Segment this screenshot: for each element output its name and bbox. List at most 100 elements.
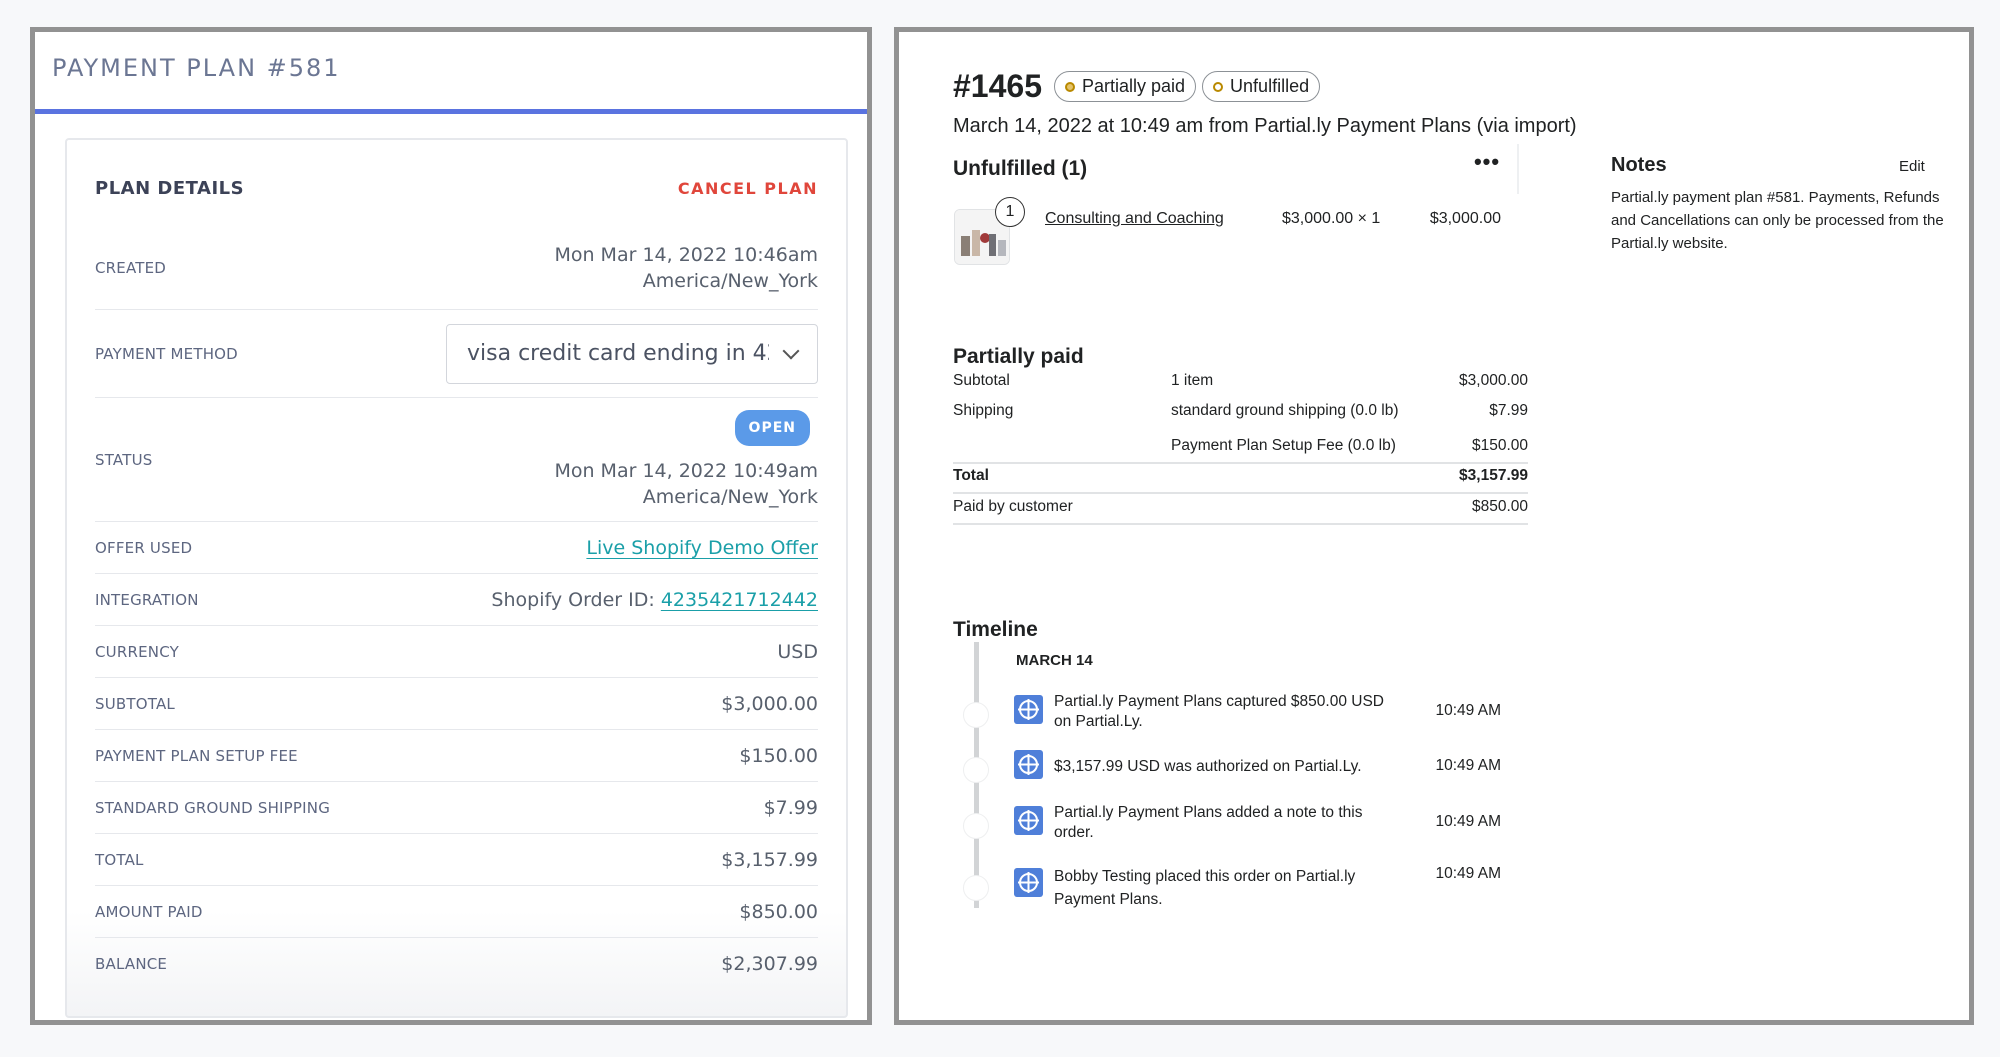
shipping-row: STANDARD GROUND SHIPPING $7.99	[95, 782, 818, 834]
timeline-event-text: Partial.ly Payment Plans captured $850.0…	[1054, 693, 1384, 730]
offer-link[interactable]: Live Shopify Demo Offer	[586, 537, 818, 559]
divider	[953, 462, 1528, 464]
integration-value: Shopify Order ID: 4235421712442	[491, 587, 818, 613]
timeline-event-text: Bobby Testing placed this order on Parti…	[1054, 868, 1356, 908]
amount-paid-label: AMOUNT PAID	[95, 902, 203, 921]
timeline-event-text: Partial.ly Payment Plans added a note to…	[1054, 804, 1363, 841]
shipping-label: STANDARD GROUND SHIPPING	[95, 798, 331, 817]
partially-app-icon	[1014, 750, 1043, 779]
partially-app-icon	[1014, 695, 1043, 724]
partially-app-icon	[1014, 868, 1043, 897]
shipping-value: $7.99	[763, 796, 818, 819]
created-row: CREATED Mon Mar 14, 2022 10:46am America…	[95, 226, 818, 310]
chevron-down-icon	[782, 342, 800, 359]
offer-label: OFFER USED	[95, 538, 193, 557]
payment-method-row: PAYMENT METHOD visa credit card ending i…	[95, 310, 818, 398]
item-quantity-badge: 1	[995, 197, 1025, 227]
unfulfilled-dot-icon	[1213, 81, 1224, 92]
total-value: $3,157.99	[721, 848, 818, 871]
timeline-dot	[963, 757, 989, 783]
status-value: OPEN Mon Mar 14, 2022 10:49am America/Ne…	[554, 409, 818, 510]
fulfillment-status-label: Unfulfilled	[1230, 76, 1310, 96]
timeline-event-time: 10:49 AM	[1435, 865, 1502, 882]
created-date: Mon Mar 14, 2022 10:46am	[554, 243, 818, 266]
cancel-plan-button[interactable]: CANCEL PLAN	[678, 179, 818, 198]
timeline-event-time: 10:49 AM	[1435, 757, 1502, 774]
payment-status-badge: Partially paid	[1053, 71, 1197, 102]
offer-row: OFFER USED Live Shopify Demo Offer	[95, 522, 818, 574]
notes-text: Partial.ly payment plan #581. Payments, …	[1611, 189, 1944, 252]
payment-method-select[interactable]: visa credit card ending in 4242	[446, 323, 818, 384]
timeline-date: MARCH 14	[1016, 652, 1093, 669]
payment-status-label: Partially paid	[1081, 76, 1186, 96]
balance-value: $2,307.99	[721, 953, 818, 975]
notes-title: Notes	[1611, 154, 1667, 176]
status-badge: OPEN	[734, 409, 810, 446]
payment-row-paid: Paid by customer $850.00	[953, 498, 1528, 516]
item-total: $3,000.00	[1429, 210, 1501, 227]
payment-row-total: Total $3,157.99	[953, 467, 1528, 485]
payment-plan-panel: PAYMENT PLAN #581 PLAN DETAILS CANCEL PL…	[30, 27, 872, 1025]
order-subtitle: March 14, 2022 at 10:49 am from Partial.…	[953, 115, 1577, 137]
payment-row-subtotal: Subtotal 1 item $3,000.00	[953, 372, 1528, 390]
subtotal-value: $3,000.00	[721, 692, 818, 715]
payment-row-desc: 1 item	[1171, 372, 1214, 389]
payment-row-amount: $3,000.00	[1459, 372, 1528, 389]
item-name-link[interactable]: Consulting and Coaching	[1045, 210, 1224, 228]
payment-row-desc	[1171, 498, 1472, 516]
subtotal-label: SUBTOTAL	[95, 694, 175, 713]
payment-row-label	[953, 437, 1171, 455]
payment-row-desc: standard ground shipping (0.0 lb)	[1171, 402, 1399, 419]
integration-row: INTEGRATION Shopify Order ID: 4235421712…	[95, 574, 818, 626]
item-unit-price: $3,000.00 × 1	[1282, 210, 1381, 227]
payment-row-setup-fee: Payment Plan Setup Fee (0.0 lb) $150.00	[953, 437, 1528, 455]
payment-row-label: Total	[953, 467, 989, 484]
payment-row-desc: Payment Plan Setup Fee (0.0 lb)	[1171, 437, 1396, 454]
payment-row-label: Paid by customer	[953, 498, 1073, 515]
divider	[1517, 144, 1519, 194]
plan-details-header: PLAN DETAILS CANCEL PLAN	[95, 140, 818, 226]
payment-row-label: Subtotal	[953, 372, 1010, 389]
payment-method-label: PAYMENT METHOD	[95, 344, 238, 363]
payment-row-amount: $850.00	[1471, 498, 1528, 515]
balance-row: BALANCE $2,307.99	[95, 938, 818, 990]
status-label: STATUS	[95, 450, 153, 469]
setup-fee-value: $150.00	[739, 744, 818, 767]
plan-details-card: PLAN DETAILS CANCEL PLAN CREATED Mon Mar…	[65, 138, 848, 1018]
payment-row-desc	[1171, 467, 1459, 485]
currency-row: CURRENCY USD	[95, 626, 818, 678]
timeline-event-text: $3,157.99 USD was authorized on Partial.…	[1054, 758, 1362, 775]
amount-paid-row: AMOUNT PAID $850.00	[95, 886, 818, 938]
setup-fee-row: PAYMENT PLAN SETUP FEE $150.00	[95, 730, 818, 782]
more-actions-button[interactable]: •••	[1467, 149, 1507, 189]
timeline-dot	[963, 702, 989, 728]
unfulfilled-title: Unfulfilled (1)	[953, 157, 1088, 180]
created-timezone: America/New_York	[642, 269, 818, 292]
timeline-dot	[963, 813, 989, 839]
order-header: #1465 Partially paid Unfulfilled	[953, 68, 1326, 105]
timeline-event-time: 10:49 AM	[1435, 813, 1502, 830]
partial-dot-icon	[1064, 81, 1075, 92]
subtotal-row: SUBTOTAL $3,000.00	[95, 678, 818, 730]
balance-label: BALANCE	[95, 955, 168, 973]
setup-fee-label: PAYMENT PLAN SETUP FEE	[95, 746, 298, 765]
payment-row-label: Shipping	[953, 402, 1014, 419]
payment-method-value: visa credit card ending in 4242	[467, 341, 769, 366]
status-timezone: America/New_York	[642, 485, 818, 508]
divider	[953, 523, 1528, 525]
total-label: TOTAL	[95, 850, 144, 869]
integration-prefix: Shopify Order ID:	[491, 588, 661, 611]
plan-title: PAYMENT PLAN #581	[52, 54, 341, 82]
fulfillment-status-badge: Unfulfilled	[1202, 71, 1321, 102]
payment-title: Partially paid	[953, 345, 1084, 368]
payment-row-amount: $3,157.99	[1459, 467, 1528, 484]
timeline-event-time: 10:49 AM	[1435, 702, 1502, 719]
status-row: STATUS OPEN Mon Mar 14, 2022 10:49am Ame…	[95, 398, 818, 522]
shopify-order-panel: #1465 Partially paid Unfulfilled March 1…	[894, 27, 1974, 1025]
total-row: TOTAL $3,157.99	[95, 834, 818, 886]
currency-label: CURRENCY	[95, 642, 179, 661]
shopify-order-link[interactable]: 4235421712442	[661, 589, 818, 611]
notes-edit-button[interactable]: Edit	[1899, 158, 1925, 175]
created-label: CREATED	[95, 258, 167, 277]
payment-row-amount: $150.00	[1471, 437, 1528, 454]
